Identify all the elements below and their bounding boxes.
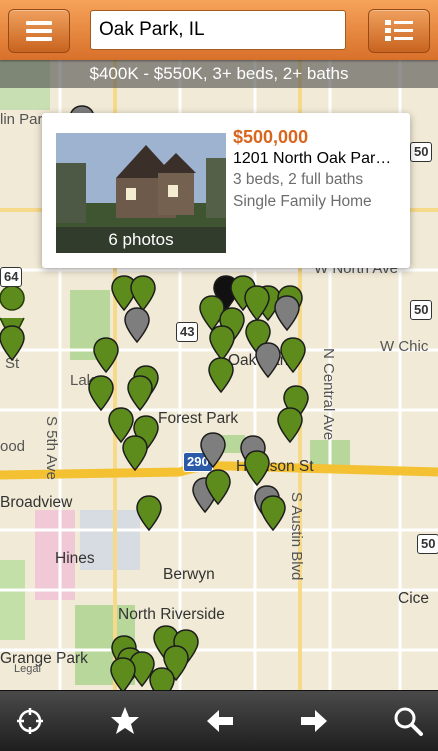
listing-pin[interactable]: [243, 284, 271, 322]
listing-pin[interactable]: [273, 294, 301, 332]
back-button[interactable]: [190, 691, 250, 751]
listing-pin[interactable]: [121, 434, 149, 472]
locate-button[interactable]: [0, 691, 60, 751]
listing-price: $500,000: [233, 127, 309, 147]
listing-pin[interactable]: [259, 494, 287, 532]
park-area: [0, 560, 25, 640]
filter-summary[interactable]: $400K - $550K, 3+ beds, 2+ baths: [0, 60, 438, 88]
location-search-input[interactable]: Oak Park, IL: [90, 10, 346, 50]
map-label-hines: Hines: [55, 550, 95, 567]
listing-pin[interactable]: [123, 306, 151, 344]
map-label-5th: S 5th Ave: [43, 416, 60, 480]
map-label-berwyn: Berwyn: [163, 566, 215, 583]
favorites-button[interactable]: [95, 691, 155, 751]
photo-count: 6 photos: [56, 227, 226, 253]
listing-pin[interactable]: [243, 449, 271, 487]
map-label-forest-park: Forest Park: [158, 410, 239, 427]
listing-pin[interactable]: [254, 341, 282, 379]
map-label-austin: S Austin Blvd: [288, 492, 305, 581]
map-label-north-riverside: North Riverside: [118, 606, 225, 623]
route-64-shield: 64: [0, 267, 23, 287]
menu-button[interactable]: [8, 9, 70, 53]
search-button[interactable]: [378, 691, 438, 751]
listing-beds-baths: 3 beds, 2 full baths: [233, 171, 364, 188]
listing-pin[interactable]: [276, 406, 304, 444]
listing-address: 1201 North Oak Par…: [233, 150, 392, 167]
route-50-shield: 50: [410, 300, 433, 320]
map-label-central: N Central Ave: [320, 348, 337, 441]
crosshair-icon: [17, 708, 43, 734]
map-label: lin Par: [0, 111, 43, 128]
star-icon: [111, 707, 139, 734]
forward-button[interactable]: [284, 691, 344, 751]
map-label-ood: ood: [0, 438, 26, 455]
listing-type: Single Family Home: [233, 193, 372, 210]
arrow-right-icon: [301, 710, 327, 732]
bottom-toolbar: [0, 690, 438, 751]
list-view-button[interactable]: [368, 9, 430, 53]
map-label-chicago: W Chic: [380, 338, 429, 355]
route-50-shield: 50: [410, 142, 433, 162]
list-view-icon: [385, 20, 413, 41]
route-50-shield: 50: [417, 534, 438, 554]
listing-pin[interactable]: [148, 666, 176, 690]
listing-photo[interactable]: 6 photos: [56, 133, 226, 253]
listing-pin[interactable]: [207, 356, 235, 394]
magnifier-icon: [394, 707, 423, 736]
listing-pin[interactable]: [0, 324, 26, 362]
legal-link[interactable]: Legal: [14, 663, 41, 675]
listing-pin[interactable]: [135, 494, 163, 532]
map-label-cicero: Cice: [398, 590, 430, 607]
arrow-left-icon: [207, 710, 233, 732]
listing-pin[interactable]: [109, 656, 137, 690]
map-label-broadview: Broadview: [0, 494, 73, 511]
hamburger-icon: [26, 21, 52, 41]
listing-pin[interactable]: [199, 431, 227, 469]
top-bar: Oak Park, IL: [0, 0, 438, 60]
listing-callout[interactable]: 6 photos $500,000 1201 North Oak Par… 3 …: [42, 113, 410, 268]
route-43-shield: 43: [176, 322, 199, 342]
listing-pin[interactable]: [204, 468, 232, 506]
listing-pin[interactable]: [92, 336, 120, 374]
listing-pin[interactable]: [279, 336, 307, 374]
